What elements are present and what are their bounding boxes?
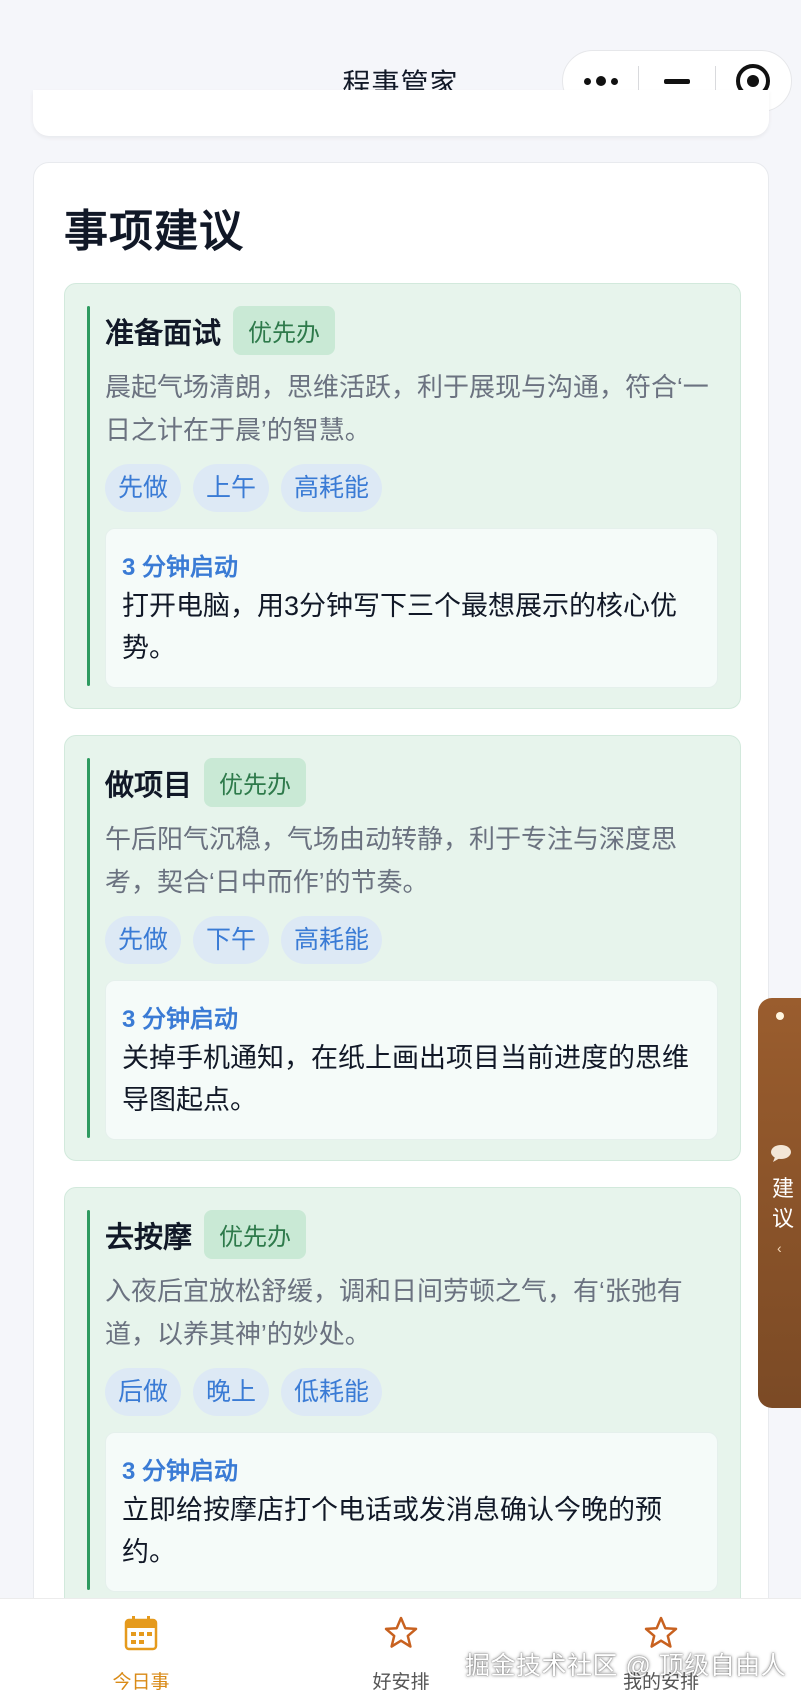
section-title: 事项建议	[64, 207, 244, 256]
quick-start-label: 3 分钟启动	[122, 1006, 239, 1033]
previous-card-edge	[33, 90, 769, 136]
tab-label: 今日事	[112, 1672, 170, 1693]
glow-dot-icon	[776, 1012, 784, 1020]
app-page: 程事管家 事项建议 准备面试 优先办 晨起气场清朗，思维活跃，利于展现与沟通，符…	[0, 0, 801, 1701]
suggestion-title: 去按摩	[105, 1221, 193, 1254]
tag-list: 后做 晚上 低耗能	[105, 1368, 383, 1416]
quick-start-label: 3 分钟启动	[122, 1458, 239, 1485]
quick-start-box: 3 分钟启动 关掉手机通知，在纸上画出项目当前进度的思维导图起点。	[105, 980, 718, 1140]
tag-time: 晚上	[193, 1368, 270, 1416]
tag-list: 先做 下午 高耗能	[105, 916, 383, 964]
tag-time: 下午	[193, 916, 270, 964]
suggestion-description: 入夜后宜放松舒缓，调和日间劳顿之气，有‘张弛有道，以养其神’的妙处。	[105, 1276, 683, 1349]
side-tab-label: 建议	[771, 1176, 794, 1231]
accent-bar	[87, 1210, 90, 1590]
tag-order: 后做	[105, 1368, 182, 1416]
more-dots-icon	[583, 76, 618, 86]
priority-badge: 优先办	[204, 1210, 307, 1259]
star-icon	[383, 1615, 419, 1656]
tag-energy: 高耗能	[281, 916, 383, 964]
quick-start-box: 3 分钟启动 立即给按摩店打个电话或发消息确认今晚的预约。	[105, 1432, 718, 1592]
tag-order: 先做	[105, 464, 182, 512]
suggestion-header: 做项目 优先办	[105, 758, 307, 807]
minimize-icon	[663, 78, 690, 84]
accent-bar	[87, 306, 90, 686]
suggestion-header: 准备面试 优先办	[105, 306, 336, 355]
tag-energy: 高耗能	[281, 464, 383, 512]
quick-start-box: 3 分钟启动 打开电脑，用3分钟写下三个最想展示的核心优势。	[105, 528, 718, 688]
accent-bar	[87, 758, 90, 1138]
tag-time: 上午	[193, 464, 270, 512]
suggestion-description: 午后阳气沉稳，气场由动转静，利于专注与深度思考，契合‘日中而作’的节奏。	[105, 824, 678, 897]
suggestion-title: 准备面试	[105, 317, 222, 350]
watermark-text: 掘金技术社区 @ 顶级自由人	[465, 1652, 787, 1680]
priority-badge: 优先办	[204, 758, 307, 807]
quick-start-text: 打开电脑，用3分钟写下三个最想展示的核心优势。	[122, 591, 678, 663]
tag-energy: 低耗能	[281, 1368, 383, 1416]
suggestions-card: 事项建议 准备面试 优先办 晨起气场清朗，思维活跃，利于展现与沟通，符合‘一日之…	[33, 162, 769, 1701]
suggestion-item[interactable]: 做项目 优先办 午后阳气沉稳，气场由动转静，利于专注与深度思考，契合‘日中而作’…	[64, 735, 741, 1161]
suggestion-item[interactable]: 去按摩 优先办 入夜后宜放松舒缓，调和日间劳顿之气，有‘张弛有道，以养其神’的妙…	[64, 1187, 741, 1613]
suggestion-title: 做项目	[105, 769, 193, 802]
tag-list: 先做 上午 高耗能	[105, 464, 383, 512]
quick-start-label: 3 分钟启动	[122, 554, 239, 581]
tag-order: 先做	[105, 916, 182, 964]
suggestion-side-tab[interactable]: 建议 ‹	[758, 998, 801, 1408]
chevron-left-icon: ‹	[777, 1240, 782, 1256]
suggestion-header: 去按摩 优先办	[105, 1210, 307, 1259]
quick-start-text: 立即给按摩店打个电话或发消息确认今晚的预约。	[122, 1495, 662, 1567]
suggestion-item[interactable]: 准备面试 优先办 晨起气场清朗，思维活跃，利于展现与沟通，符合‘一日之计在于晨’…	[64, 283, 741, 709]
chat-bubble-icon	[770, 1144, 792, 1167]
quick-start-text: 关掉手机通知，在纸上画出项目当前进度的思维导图起点。	[122, 1043, 689, 1115]
priority-badge: 优先办	[233, 306, 336, 355]
tab-today[interactable]: 今日事	[41, 1599, 241, 1701]
suggestion-description: 晨起气场清朗，思维活跃，利于展现与沟通，符合‘一日之计在于晨’的智慧。	[105, 372, 709, 445]
calendar-icon	[124, 1615, 158, 1656]
